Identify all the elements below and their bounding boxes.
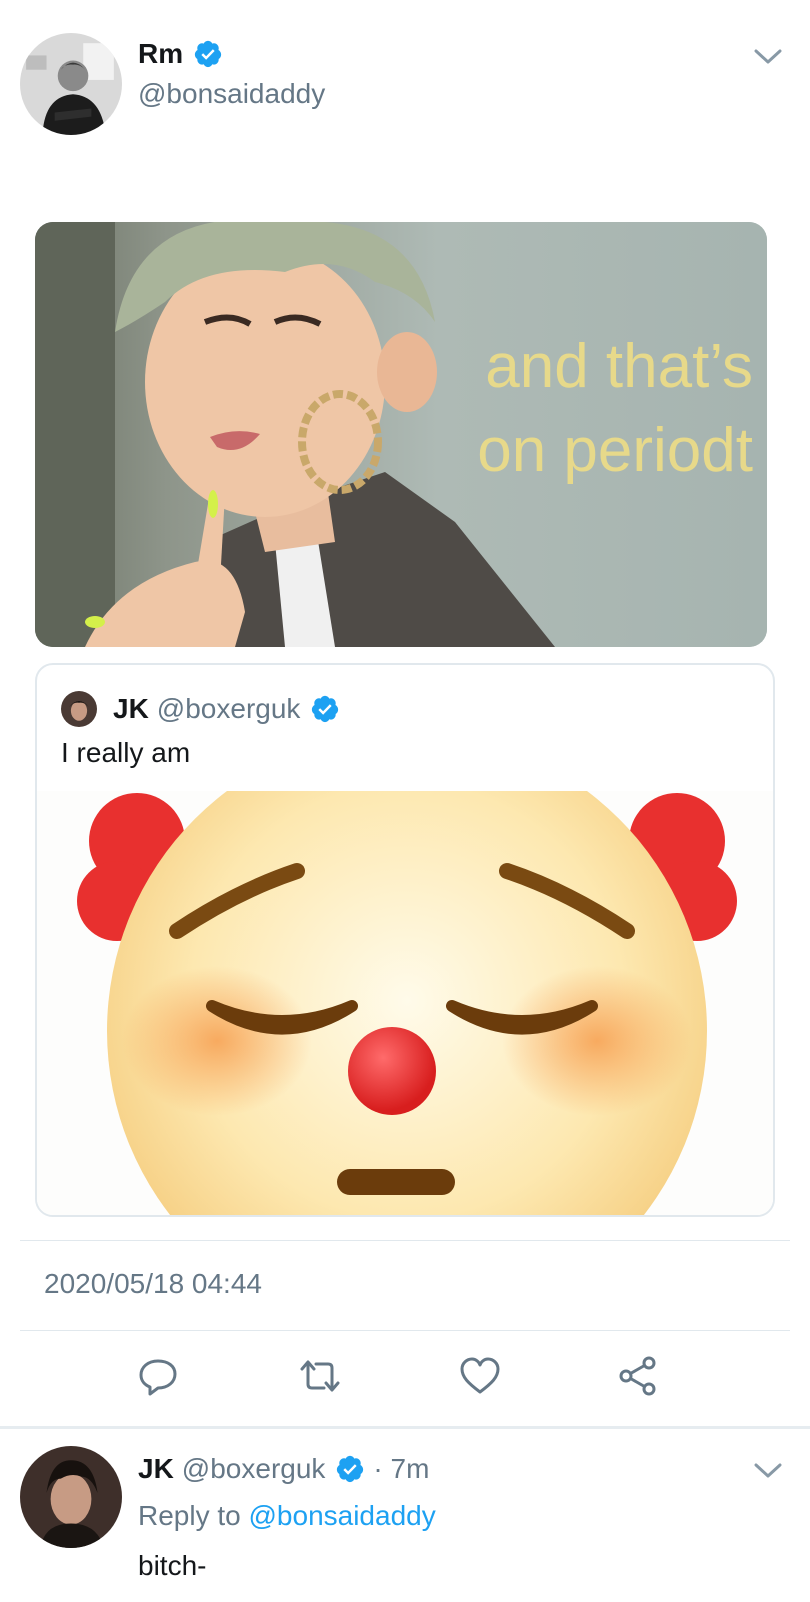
quoted-author-name: JK: [113, 693, 149, 724]
author-avatar[interactable]: [20, 33, 122, 135]
reply-header[interactable]: JK @boxerguk · 7m: [138, 1450, 429, 1488]
chevron-down-icon[interactable]: [752, 1460, 784, 1482]
author-name-row[interactable]: Rm: [138, 36, 223, 72]
reply-text: bitch-: [138, 1550, 207, 1581]
reply-icon: [139, 1359, 177, 1396]
quoted-tweet-text: I really am: [61, 737, 191, 768]
chevron-down-icon[interactable]: [752, 46, 784, 68]
quoted-author-avatar: [61, 691, 97, 727]
reply-author-handle: @boxerguk: [181, 1453, 326, 1484]
author-avatar-image: [20, 33, 122, 135]
reply-button[interactable]: [134, 1352, 182, 1400]
like-icon: [460, 1357, 500, 1394]
like-button[interactable]: [456, 1352, 504, 1400]
quoted-avatar-image: [61, 691, 97, 727]
quoted-tweet[interactable]: JK @boxerguk I really am: [35, 663, 775, 1217]
retweet-icon: [300, 1360, 340, 1392]
verified-icon: [193, 39, 223, 69]
share-icon: [619, 1356, 656, 1396]
verified-icon: [335, 1454, 365, 1484]
quoted-tweet-image[interactable]: [37, 791, 773, 1215]
divider: [20, 1330, 790, 1331]
clown-emoji-illustration: [37, 791, 773, 1215]
quoted-tweet-header: JK @boxerguk: [61, 689, 340, 729]
reply-time: · 7m: [373, 1453, 430, 1484]
media-caption: and that’s on periodt: [477, 332, 753, 485]
reply-author-avatar[interactable]: [20, 1446, 122, 1548]
verified-icon: [310, 694, 340, 724]
tweet-timestamp: 2020/05/18 04:44: [44, 1268, 262, 1299]
retweet-button[interactable]: [296, 1352, 344, 1400]
quoted-author-handle: @boxerguk: [156, 693, 301, 724]
reply-to-line: Reply to @bonsaidaddy: [138, 1500, 436, 1532]
author-name: Rm: [138, 38, 184, 69]
share-button[interactable]: [614, 1352, 662, 1400]
reply-avatar-image: [20, 1446, 122, 1548]
section-divider: [0, 1426, 810, 1429]
reply-author-name: JK: [138, 1453, 174, 1484]
author-handle[interactable]: @bonsaidaddy: [138, 78, 325, 110]
reply-to-label: Reply to: [138, 1500, 241, 1531]
reply-to-link[interactable]: @bonsaidaddy: [249, 1500, 436, 1531]
tweet-media-image[interactable]: and that’s on periodt: [35, 222, 767, 647]
divider: [20, 1240, 790, 1241]
